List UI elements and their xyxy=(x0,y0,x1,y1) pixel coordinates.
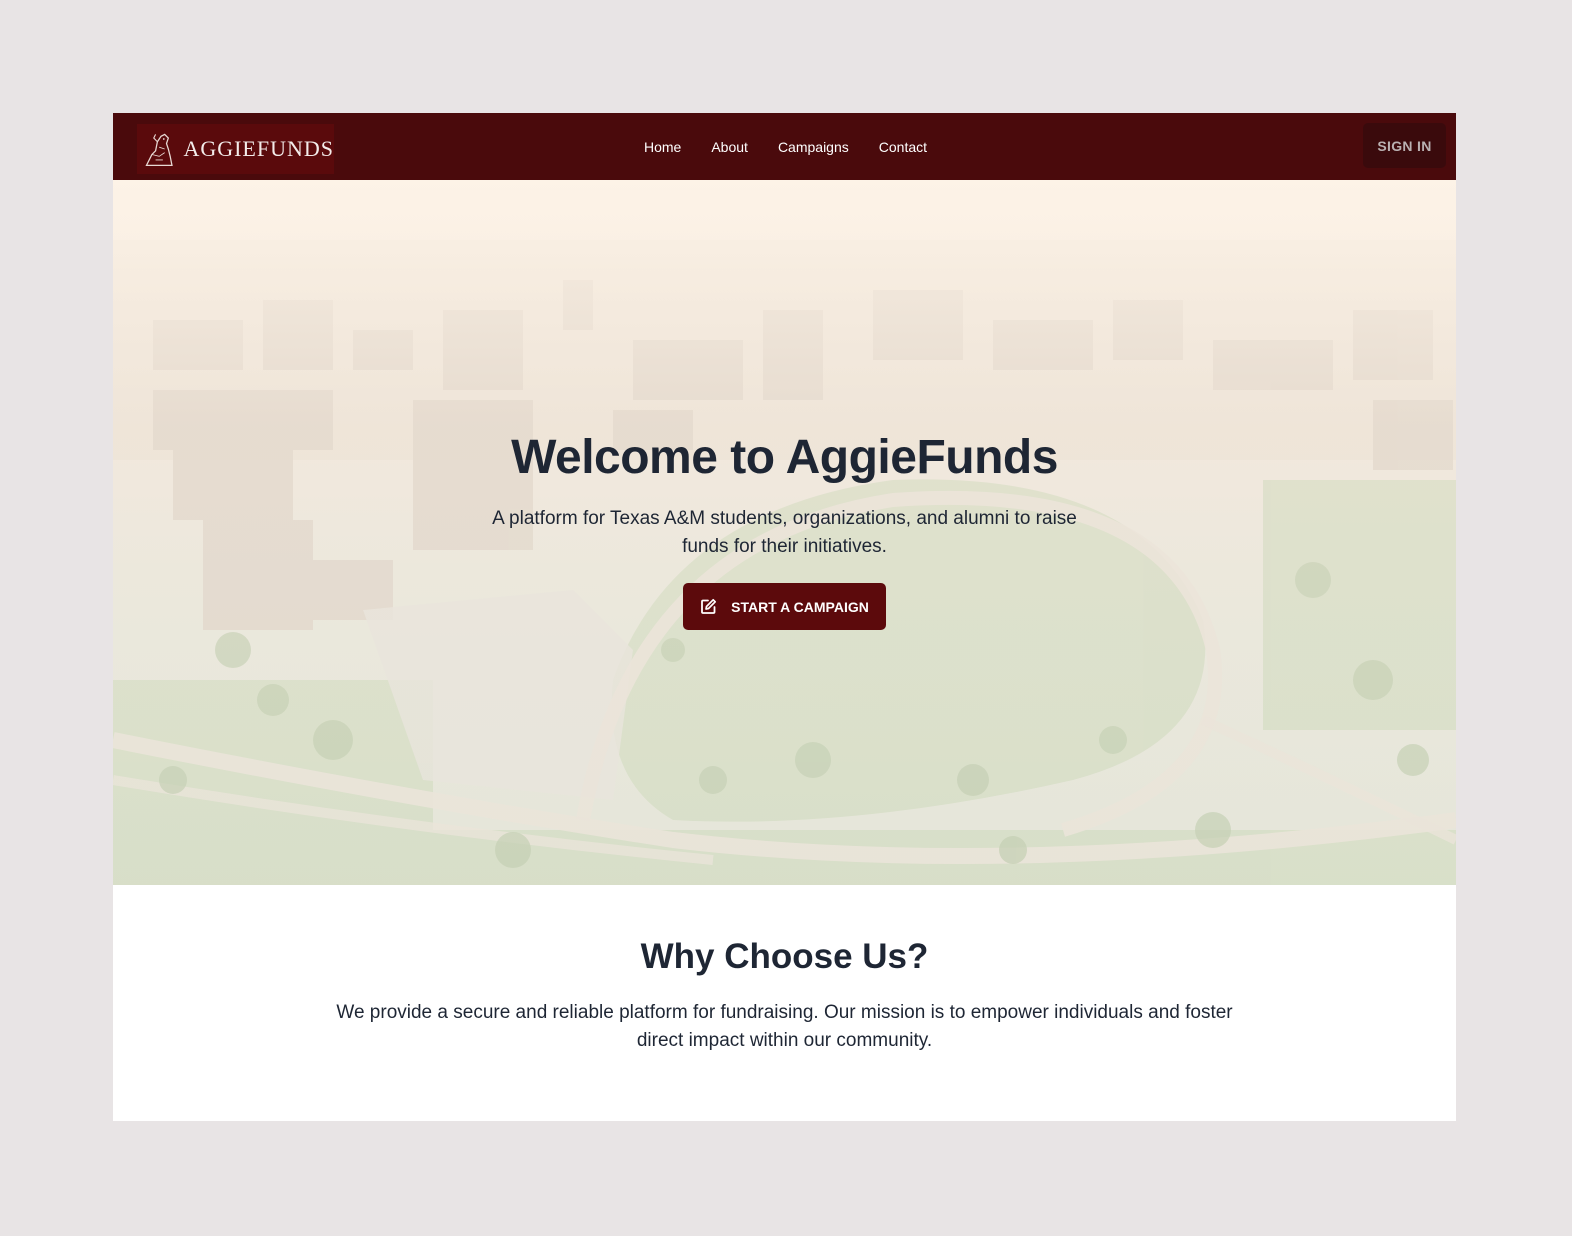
start-campaign-button[interactable]: START A CAMPAIGN xyxy=(683,583,886,630)
sign-in-button[interactable]: SIGN IN xyxy=(1363,123,1446,168)
nav-about-link[interactable]: About xyxy=(711,139,748,155)
hero-section: Welcome to AggieFunds A platform for Tex… xyxy=(113,180,1456,885)
why-choose-us-section: Why Choose Us? We provide a secure and r… xyxy=(113,885,1456,1121)
nav-home-link[interactable]: Home xyxy=(644,139,681,155)
navbar: AGGIEFUNDS Home About Campaigns Contact … xyxy=(113,113,1456,180)
nav-campaigns-link[interactable]: Campaigns xyxy=(778,139,849,155)
hero-title: Welcome to AggieFunds xyxy=(511,431,1058,484)
edit-icon xyxy=(701,598,717,614)
why-text: We provide a secure and reliable platfor… xyxy=(336,1002,1233,1051)
logo[interactable]: AGGIEFUNDS xyxy=(137,124,334,174)
browser-page: AGGIEFUNDS Home About Campaigns Contact … xyxy=(113,113,1456,1121)
logo-text: AGGIEFUNDS xyxy=(183,136,334,161)
start-campaign-label: START A CAMPAIGN xyxy=(731,598,869,615)
dog-logo-icon xyxy=(145,133,173,167)
hero-content: Welcome to AggieFunds A platform for Tex… xyxy=(113,430,1456,630)
hero-subtitle: A platform for Texas A&M students, organ… xyxy=(492,508,1077,557)
why-title: Why Choose Us? xyxy=(640,937,929,976)
nav-contact-link[interactable]: Contact xyxy=(879,139,927,155)
